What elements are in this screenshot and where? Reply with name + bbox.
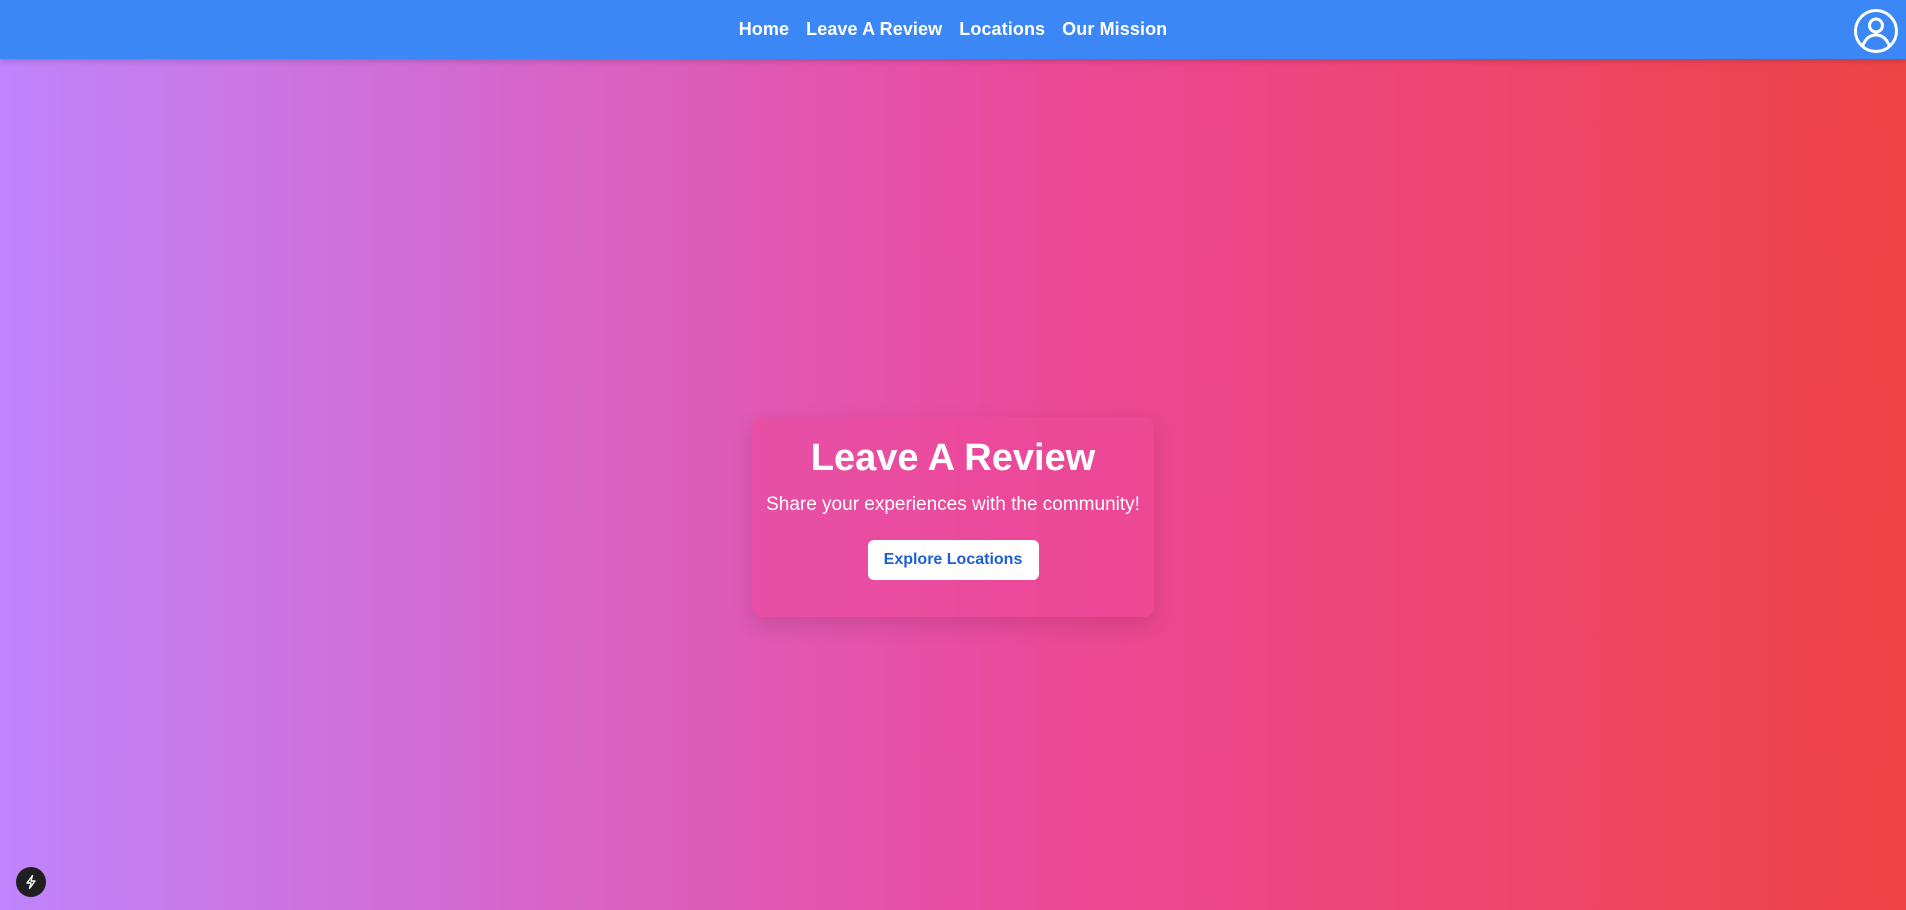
user-profile-button[interactable]	[1853, 8, 1899, 54]
dev-tools-badge[interactable]	[16, 867, 46, 897]
hero-title: Leave A Review	[810, 437, 1096, 479]
user-circle-icon	[1854, 9, 1898, 53]
lightning-bolt-icon	[26, 874, 36, 890]
explore-locations-button[interactable]: Explore Locations	[867, 540, 1039, 580]
top-navbar: Home Leave A Review Locations Our Missio…	[0, 0, 1906, 59]
nav-links: Home Leave A Review Locations Our Missio…	[739, 19, 1168, 40]
nav-link-our-mission[interactable]: Our Mission	[1062, 19, 1167, 40]
hero-card: Leave A Review Share your experiences wi…	[752, 417, 1154, 617]
hero-subtitle: Share your experiences with the communit…	[766, 494, 1140, 515]
nav-link-home[interactable]: Home	[739, 19, 789, 40]
nav-link-locations[interactable]: Locations	[959, 19, 1045, 40]
nav-link-leave-a-review[interactable]: Leave A Review	[806, 19, 942, 40]
